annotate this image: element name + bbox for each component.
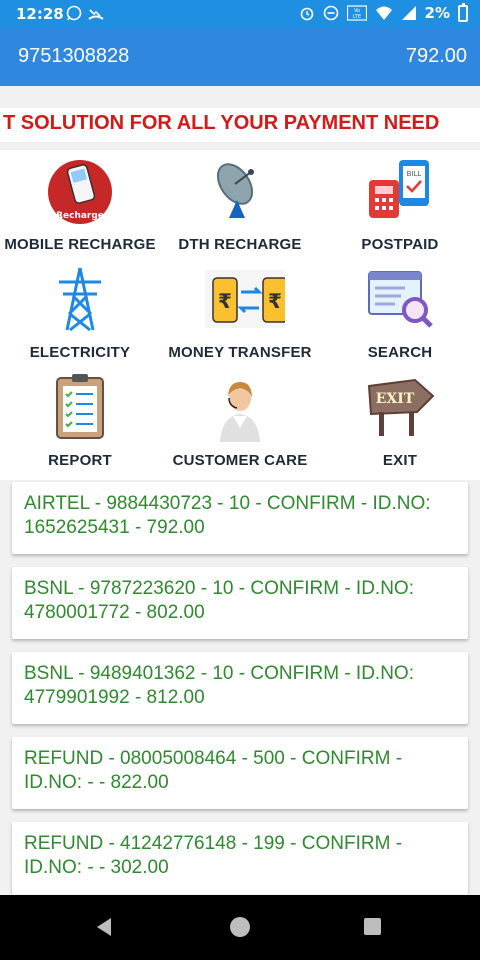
missed-call-icon [88, 9, 104, 20]
transaction-card[interactable]: BSNL - 9787223620 - 10 - CONFIRM - ID.NO… [12, 567, 468, 639]
transaction-text: REFUND - 08005008464 - 500 - CONFIRM - I… [24, 748, 403, 793]
menu-item-report[interactable]: REPORT [0, 366, 160, 476]
whatsapp-icon [66, 5, 82, 21]
alarm-icon [300, 7, 313, 21]
do-not-disturb-icon [323, 5, 338, 21]
recharge-badge: Recharge [56, 211, 104, 221]
power-tower-icon [59, 267, 101, 332]
menu-item-money-transfer[interactable]: ₹ ₹ MONEY TRANSFER [160, 258, 320, 368]
menu-item-postpaid[interactable]: BILL POSTPAID [320, 150, 480, 260]
menu-label: REPORT [48, 452, 112, 469]
postpaid-bill-icon: BILL [369, 160, 429, 218]
transaction-text: AIRTEL - 9884430723 - 10 - CONFIRM - ID.… [24, 493, 431, 538]
volte-icon: Vo LTE [346, 5, 367, 21]
menu-item-mobile-recharge[interactable]: Recharge MOBILE RECHARGE [0, 150, 160, 260]
service-menu-grid: Recharge MOBILE RECHARGE DTH RECHARGE BI… [0, 150, 480, 480]
svg-text:LTE: LTE [352, 14, 360, 20]
home-icon[interactable] [230, 917, 250, 937]
exit-sign-icon: EXIT [367, 378, 435, 436]
menu-label: CUSTOMER CARE [172, 452, 308, 469]
battery-percent: 2% [424, 4, 450, 22]
transaction-card[interactable]: REFUND - 08005008464 - 500 - CONFIRM - I… [12, 737, 468, 809]
exit-sign-text: EXIT [376, 391, 415, 407]
menu-label: MONEY TRANSFER [168, 344, 312, 361]
tagline-marquee: T SOLUTION FOR ALL YOUR PAYMENT NEED [0, 108, 480, 142]
search-form-icon [368, 271, 433, 328]
mobile-recharge-icon: Recharge [48, 160, 112, 224]
status-time: 12:28 [16, 5, 64, 23]
transaction-card[interactable]: AIRTEL - 9884430723 - 10 - CONFIRM - ID.… [12, 482, 468, 554]
menu-item-search[interactable]: SEARCH [320, 258, 480, 368]
menu-label: POSTPAID [361, 236, 439, 253]
menu-item-dth-recharge[interactable]: DTH RECHARGE [160, 150, 320, 260]
menu-label: MOBILE RECHARGE [4, 236, 156, 253]
battery-icon [458, 2, 468, 22]
money-transfer-icon: ₹ ₹ [205, 270, 285, 328]
transaction-card[interactable]: BSNL - 9489401362 - 10 - CONFIRM - ID.NO… [12, 652, 468, 724]
back-icon[interactable] [97, 918, 111, 936]
signal-icon [401, 6, 416, 20]
transaction-text: REFUND - 41242776148 - 199 - CONFIRM - I… [24, 833, 403, 878]
menu-label: SEARCH [367, 344, 433, 361]
transaction-text: BSNL - 9489401362 - 10 - CONFIRM - ID.NO… [24, 663, 414, 708]
system-nav-bar [0, 895, 480, 960]
marquee-text: T SOLUTION FOR ALL YOUR PAYMENT NEED [3, 112, 440, 134]
account-phone-number: 9751308828 [18, 45, 130, 67]
bill-badge: BILL [407, 170, 422, 178]
customer-care-agent-icon [220, 382, 260, 442]
wallet-balance: 792.00 [405, 45, 467, 67]
menu-label: ELECTRICITY [29, 344, 131, 361]
transaction-list: AIRTEL - 9884430723 - 10 - CONFIRM - ID.… [0, 480, 480, 894]
menu-label: DTH RECHARGE [178, 236, 302, 253]
menu-item-customer-care[interactable]: CUSTOMER CARE [160, 366, 320, 476]
app-header: 9751308828 792.00 [0, 28, 480, 86]
recent-apps-icon[interactable] [364, 918, 381, 935]
satellite-dish-icon [216, 163, 254, 218]
menu-label: EXIT [382, 452, 418, 469]
menu-item-exit[interactable]: EXIT EXIT [320, 366, 480, 476]
wifi-icon [375, 6, 392, 20]
status-bar: 12:28 Vo LTE 2% [0, 0, 480, 28]
rupee-left: ₹ [218, 289, 232, 313]
clipboard-report-icon [56, 374, 104, 439]
transaction-card[interactable]: REFUND - 41242776148 - 199 - CONFIRM - I… [12, 822, 468, 894]
menu-item-electricity[interactable]: ELECTRICITY [0, 258, 160, 368]
transaction-text: BSNL - 9787223620 - 10 - CONFIRM - ID.NO… [24, 578, 414, 623]
rupee-right: ₹ [268, 289, 282, 313]
